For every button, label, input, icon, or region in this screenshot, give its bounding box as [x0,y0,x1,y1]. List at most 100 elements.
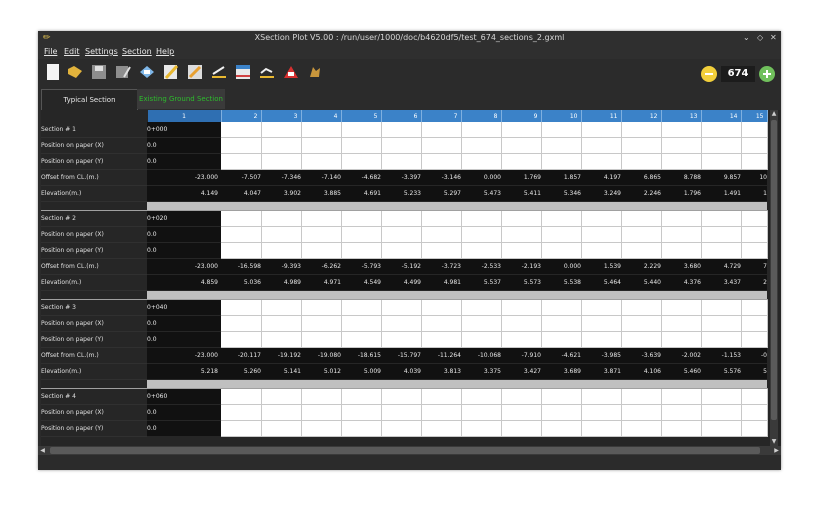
elevation-cell[interactable]: 5.573 [501,274,541,291]
empty-cell[interactable] [301,210,342,227]
empty-cell[interactable] [301,420,342,437]
empty-cell[interactable] [381,137,422,154]
empty-cell[interactable] [461,226,502,243]
elevation-cell[interactable]: 4.549 [341,274,381,291]
position-y-cell[interactable]: 0.0 [147,331,221,348]
empty-cell[interactable] [461,153,502,170]
chainage-cell[interactable]: 0+020 [147,210,221,227]
offset-cell[interactable]: 7 [741,258,767,275]
empty-cell[interactable] [621,210,662,227]
empty-cell[interactable] [341,210,382,227]
offset-cell[interactable]: -3.146 [421,169,461,186]
elevation-cell[interactable]: 3.437 [701,274,741,291]
offset-cell[interactable]: 8.788 [661,169,701,186]
scroll-right-icon[interactable]: ▶ [772,446,781,455]
elevation-cell[interactable]: 3.375 [461,363,501,380]
empty-cell[interactable] [661,420,702,437]
empty-cell[interactable] [741,388,768,405]
offset-cell[interactable]: 10 [741,169,767,186]
empty-cell[interactable] [461,242,502,259]
empty-cell[interactable] [301,122,342,138]
empty-cell[interactable] [621,420,662,437]
empty-cell[interactable] [661,331,702,348]
offset-cell[interactable]: 4.729 [701,258,741,275]
empty-cell[interactable] [661,299,702,316]
empty-cell[interactable] [661,210,702,227]
empty-cell[interactable] [421,137,462,154]
offset-cell[interactable]: 1.857 [541,169,581,186]
empty-cell[interactable] [501,388,542,405]
empty-cell[interactable] [341,388,382,405]
empty-cell[interactable] [661,122,702,138]
elevation-cell[interactable]: 4.047 [221,185,261,202]
offset-cell[interactable]: 0.000 [541,258,581,275]
empty-cell[interactable] [541,315,582,332]
elevation-cell[interactable]: 3.813 [421,363,461,380]
offset-cell[interactable]: -7.910 [501,347,541,364]
offset-cell[interactable]: -7.346 [261,169,301,186]
elevation-cell[interactable]: 3.871 [581,363,621,380]
plot-section-icon[interactable] [210,63,228,81]
empty-cell[interactable] [701,404,742,421]
empty-cell[interactable] [501,122,542,138]
empty-cell[interactable] [381,404,422,421]
empty-cell[interactable] [701,315,742,332]
empty-cell[interactable] [701,242,742,259]
offset-cell[interactable]: -2.002 [661,347,701,364]
elevation-cell[interactable]: 5.009 [341,363,381,380]
offset-cell[interactable]: -18.615 [341,347,381,364]
empty-cell[interactable] [541,242,582,259]
empty-cell[interactable] [501,137,542,154]
chainage-cell[interactable]: 0+060 [147,388,221,405]
empty-cell[interactable] [421,331,462,348]
elevation-cell[interactable]: 4.499 [381,274,421,291]
offset-cell[interactable]: 0.000 [461,169,501,186]
empty-cell[interactable] [581,315,622,332]
vertical-scroll-thumb[interactable] [771,120,777,420]
elevation-cell[interactable]: 5.297 [421,185,461,202]
offset-cell[interactable]: -15.797 [381,347,421,364]
empty-cell[interactable] [541,122,582,138]
save-icon[interactable] [90,63,108,81]
empty-cell[interactable] [301,242,342,259]
empty-cell[interactable] [381,153,422,170]
offset-cell[interactable]: -4.682 [341,169,381,186]
tab-existing-ground-section[interactable]: Existing Ground Section [137,89,225,109]
empty-cell[interactable] [661,388,702,405]
empty-cell[interactable] [261,420,302,437]
column-header[interactable]: 6 [381,110,422,122]
elevation-cell[interactable]: 1.491 [701,185,741,202]
tools-icon[interactable] [186,63,204,81]
empty-cell[interactable] [301,153,342,170]
elevation-cell[interactable]: 3.249 [581,185,621,202]
empty-cell[interactable] [381,388,422,405]
position-x-cell[interactable]: 0.0 [147,226,221,243]
empty-cell[interactable] [461,137,502,154]
elevation-cell[interactable]: 4.106 [621,363,661,380]
column-header[interactable]: 15 [741,110,768,122]
close-icon[interactable]: ✕ [770,33,777,42]
empty-cell[interactable] [221,315,262,332]
empty-cell[interactable] [261,122,302,138]
column-header[interactable]: 9 [501,110,542,122]
empty-cell[interactable] [261,388,302,405]
empty-cell[interactable] [621,331,662,348]
offset-cell[interactable]: -23.000 [147,169,221,186]
position-y-cell[interactable]: 0.0 [147,153,221,170]
empty-cell[interactable] [341,242,382,259]
empty-cell[interactable] [741,210,768,227]
elevation-cell[interactable]: 5.260 [221,363,261,380]
offset-cell[interactable]: -3.639 [621,347,661,364]
empty-cell[interactable] [621,137,662,154]
elevation-cell[interactable]: 5.464 [581,274,621,291]
empty-cell[interactable] [301,137,342,154]
chainage-cell[interactable]: 0+040 [147,299,221,316]
column-header[interactable]: 3 [261,110,302,122]
empty-cell[interactable] [381,331,422,348]
empty-cell[interactable] [541,331,582,348]
empty-cell[interactable] [421,226,462,243]
vertical-scrollbar[interactable]: ▲ ▼ [770,110,778,446]
empty-cell[interactable] [341,226,382,243]
empty-cell[interactable] [261,315,302,332]
empty-cell[interactable] [261,331,302,348]
